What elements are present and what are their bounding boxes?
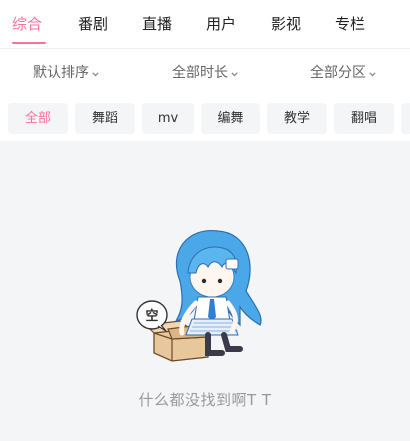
filter-bar: 默认排序 全部时长 全部分区 xyxy=(0,49,410,95)
chip-choreography[interactable]: 编舞 xyxy=(201,103,260,134)
chevron-down-icon xyxy=(369,65,376,81)
tab-comprehensive[interactable]: 综合 xyxy=(12,13,42,34)
chip-tutorial[interactable]: 教学 xyxy=(267,103,327,134)
chevron-down-icon xyxy=(92,65,99,81)
category-filter-label: 全部分区 xyxy=(310,65,366,81)
chevron-down-icon xyxy=(231,65,238,81)
duration-filter-label: 全部时长 xyxy=(172,65,228,81)
result-tabs: 综合 番剧 直播 用户 影视 专栏 xyxy=(0,0,410,48)
empty-state: 空 什么都没找到啊T T xyxy=(0,141,410,441)
tab-live[interactable]: 直播 xyxy=(142,13,172,34)
chip-all[interactable]: 全部 xyxy=(8,103,68,134)
bubble-text: 空 xyxy=(145,308,158,324)
tab-articles[interactable]: 专栏 xyxy=(335,13,365,34)
chip-cover[interactable]: 翻唱 xyxy=(334,103,394,134)
category-filter[interactable]: 全部分区 xyxy=(310,62,376,82)
tab-film[interactable]: 影视 xyxy=(271,13,301,34)
sort-filter-label: 默认排序 xyxy=(33,65,89,81)
chip-dance[interactable]: 舞蹈 xyxy=(75,103,135,134)
duration-filter[interactable]: 全部时长 xyxy=(172,62,238,82)
search-header: 综合 番剧 直播 用户 影视 专栏 默认排序 全部时长 全部分区 全部 舞蹈 m… xyxy=(0,0,410,141)
chip-mv[interactable]: mv xyxy=(142,103,194,134)
empty-mascot-illustration: 空 xyxy=(136,230,262,362)
active-tab-indicator xyxy=(12,42,46,44)
chip-more[interactable] xyxy=(401,103,410,134)
speech-bubble: 空 xyxy=(136,300,168,332)
sort-filter[interactable]: 默认排序 xyxy=(33,62,99,82)
tag-chips: 全部 舞蹈 mv 编舞 教学 翻唱 xyxy=(0,103,410,134)
tab-anime[interactable]: 番剧 xyxy=(78,13,108,34)
empty-message: 什么都没找到啊T T xyxy=(138,391,272,409)
tab-users[interactable]: 用户 xyxy=(206,13,236,34)
